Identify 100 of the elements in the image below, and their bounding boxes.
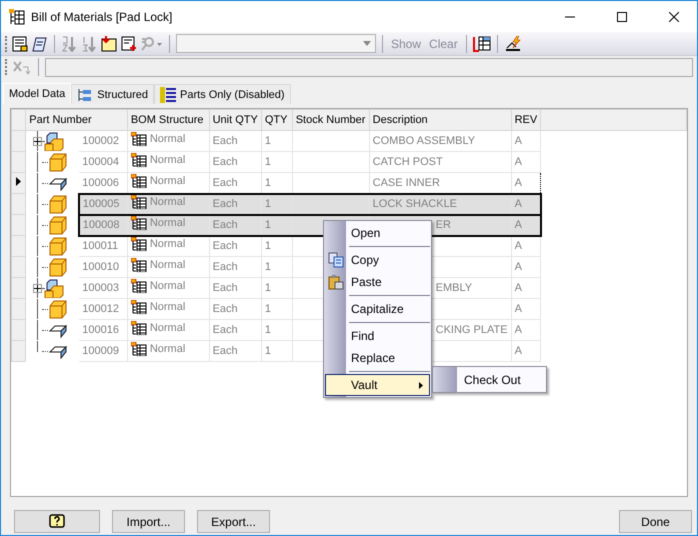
- table-cell: Normal: [150, 237, 186, 252]
- filter-dropdown[interactable]: [176, 34, 376, 53]
- dropdown-caret-icon: [363, 41, 371, 46]
- properties-icon[interactable]: [12, 36, 28, 52]
- table-cell: A: [511, 298, 541, 320]
- menu-item[interactable]: Find: [325, 325, 430, 347]
- expand-icon[interactable]: [33, 284, 42, 292]
- table-cell: Normal: [150, 342, 186, 356]
- table-cell: A: [511, 278, 541, 298]
- notepad-icon[interactable]: [32, 36, 48, 52]
- table-cell: Each: [209, 298, 262, 320]
- cube-icon: [48, 152, 68, 172]
- table-cell: Each: [209, 214, 262, 236]
- menu-item[interactable]: Replace: [325, 347, 430, 369]
- menu-item[interactable]: Open: [325, 222, 430, 244]
- insert-icon[interactable]: [101, 36, 117, 52]
- column-header[interactable]: Unit QTY: [209, 110, 262, 130]
- table-cell: 1: [261, 214, 292, 236]
- cube-icon: [48, 300, 68, 318]
- close-icon[interactable]: [669, 12, 679, 22]
- table-cell: Normal: [150, 279, 186, 293]
- cube-icon: [48, 194, 68, 214]
- table-cell: 100012: [78, 298, 128, 320]
- table-cell: A: [511, 194, 541, 214]
- table-cell: CASE INNER: [372, 176, 440, 189]
- table-cell: 1: [261, 298, 292, 320]
- table-cell: 1: [261, 256, 292, 278]
- table-cell: Normal: [150, 195, 186, 209]
- help-icon: [49, 514, 65, 529]
- paste-icon: [328, 274, 344, 290]
- sort-alphabetical-icon[interactable]: [61, 36, 77, 52]
- table-cell: CATCH POST: [372, 156, 443, 168]
- export-table-icon[interactable]: [472, 36, 491, 52]
- column-header[interactable]: REV: [511, 110, 541, 130]
- table-cell: A: [511, 152, 541, 172]
- table-cell: Each: [209, 194, 262, 214]
- column-header[interactable]: Stock Number: [292, 110, 370, 130]
- table-cell: 100003: [78, 278, 128, 298]
- table-cell: Normal: [150, 132, 186, 146]
- tab[interactable]: Parts Only (Disabled): [154, 84, 291, 104]
- cube-icon: [48, 216, 68, 234]
- tree-structure-icon: [77, 88, 94, 102]
- table-cell: Normal: [150, 258, 186, 272]
- tab[interactable]: Structured: [71, 84, 154, 104]
- column-header[interactable]: QTY: [261, 110, 292, 130]
- footer-button[interactable]: Done: [619, 510, 692, 533]
- table-cell: Normal: [150, 300, 186, 314]
- menu-item[interactable]: Copy: [325, 249, 430, 271]
- column-header[interactable]: Description: [369, 110, 512, 130]
- table-cell: 100005: [78, 194, 128, 214]
- table-cell: LOCK SHACKLE: [372, 198, 458, 210]
- table-cell: 100008: [78, 214, 128, 236]
- window-title: Bill of Materials [Pad Lock]: [31, 10, 174, 24]
- formula-field[interactable]: [45, 58, 693, 76]
- table-cell: Each: [209, 256, 262, 278]
- add-column-icon[interactable]: [121, 36, 137, 52]
- table-cell: A: [511, 172, 541, 194]
- menu-item[interactable]: Check Out: [464, 372, 521, 386]
- submenu-arrow-icon: [419, 382, 423, 388]
- table-cell: Normal: [150, 174, 186, 188]
- row-header[interactable]: [12, 172, 26, 194]
- assembly-icon: [44, 132, 64, 150]
- maximize-icon[interactable]: [617, 12, 627, 22]
- footer-button[interactable]: Export...: [197, 510, 270, 533]
- parts-list-icon: [160, 86, 176, 102]
- column-header[interactable]: Part Number: [26, 110, 128, 130]
- table-cell: 100004: [78, 152, 128, 172]
- table-cell: 1: [261, 172, 292, 194]
- cube-icon: [48, 236, 68, 256]
- menu-item[interactable]: Capitalize: [325, 298, 430, 320]
- help-button[interactable]: [14, 510, 100, 533]
- table-cell: A: [511, 340, 541, 362]
- column-header[interactable]: BOM Structure: [127, 110, 210, 130]
- table-cell: COMBO ASSEMBLY: [372, 135, 476, 147]
- menu-item[interactable]: Paste: [325, 271, 430, 293]
- table-cell: Each: [209, 152, 262, 172]
- table-cell: A: [511, 256, 541, 278]
- footer-button[interactable]: Import...: [112, 510, 185, 533]
- table-cell: 100016: [78, 320, 128, 340]
- table-cell: 1: [261, 194, 292, 214]
- table-cell: Each: [209, 130, 262, 152]
- assembly-icon: [44, 278, 64, 298]
- cube-icon: [48, 258, 68, 276]
- table-cell: A: [511, 320, 541, 340]
- table-cell: A: [511, 130, 541, 152]
- table-cell: 100006: [78, 172, 128, 194]
- table-cell: 100010: [78, 256, 128, 278]
- table-cell: 100002: [78, 130, 128, 152]
- table-cell: Each: [209, 320, 262, 340]
- menu-item[interactable]: Vault: [325, 374, 430, 396]
- formula-icon[interactable]: [12, 59, 32, 75]
- expand-icon[interactable]: [33, 136, 42, 146]
- table-cell: EMBLY: [436, 282, 472, 294]
- app-icon: [9, 8, 25, 24]
- table-cell: 1: [261, 278, 292, 298]
- tab[interactable]: Model Data: [3, 83, 72, 104]
- table-cell: 1: [261, 340, 292, 362]
- table-cell: Normal: [150, 216, 186, 230]
- table-cell: Normal: [150, 153, 186, 167]
- lightning-icon[interactable]: [504, 36, 522, 52]
